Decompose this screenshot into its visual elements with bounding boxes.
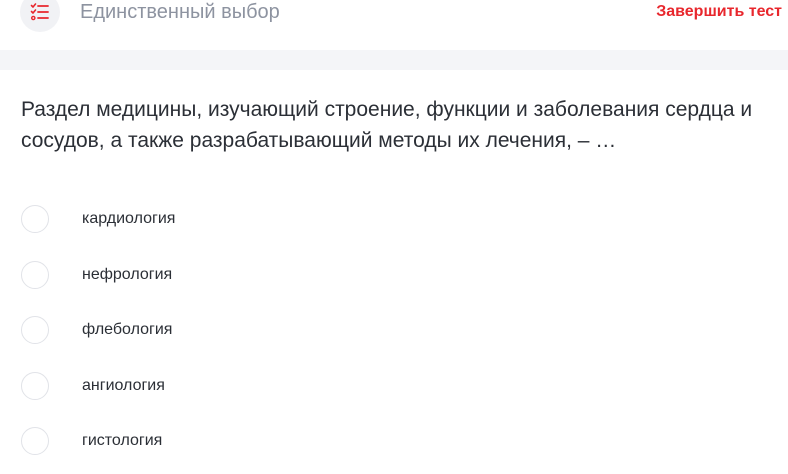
answer-option-label[interactable]: гистология xyxy=(82,432,162,450)
answer-option-label[interactable]: нефрология xyxy=(82,266,172,284)
answer-option-label[interactable]: ангиология xyxy=(82,377,165,395)
answer-option[interactable]: ангиология xyxy=(0,370,788,426)
answer-option[interactable]: нефрология xyxy=(0,259,788,315)
radio-button[interactable] xyxy=(21,371,49,400)
answer-option[interactable]: гистология xyxy=(0,425,788,474)
question-type-badge xyxy=(20,0,60,32)
question-text: Раздел медицины, изучающий строение, фун… xyxy=(21,98,753,152)
answer-option[interactable]: флебология xyxy=(0,314,788,370)
radio-button[interactable] xyxy=(21,260,49,289)
header-divider xyxy=(0,50,788,70)
answer-option-label[interactable]: кардиология xyxy=(82,210,175,228)
finish-test-button[interactable]: Завершить тест xyxy=(656,3,782,21)
radio-button[interactable] xyxy=(21,205,49,233)
answer-option-label[interactable]: флебология xyxy=(82,321,172,339)
checklist-icon xyxy=(30,3,49,21)
question-header: Единственный выбор Завершить тест xyxy=(0,0,788,50)
test-page: Единственный выбор Завершить тест Раздел… xyxy=(0,0,788,474)
question-type-label: Единственный выбор xyxy=(80,1,280,23)
radio-button[interactable] xyxy=(21,316,49,344)
answer-option[interactable]: кардиология xyxy=(0,203,788,259)
radio-button[interactable] xyxy=(21,427,49,455)
answer-options: кардиология нефрология флебология ангиол… xyxy=(0,203,788,474)
